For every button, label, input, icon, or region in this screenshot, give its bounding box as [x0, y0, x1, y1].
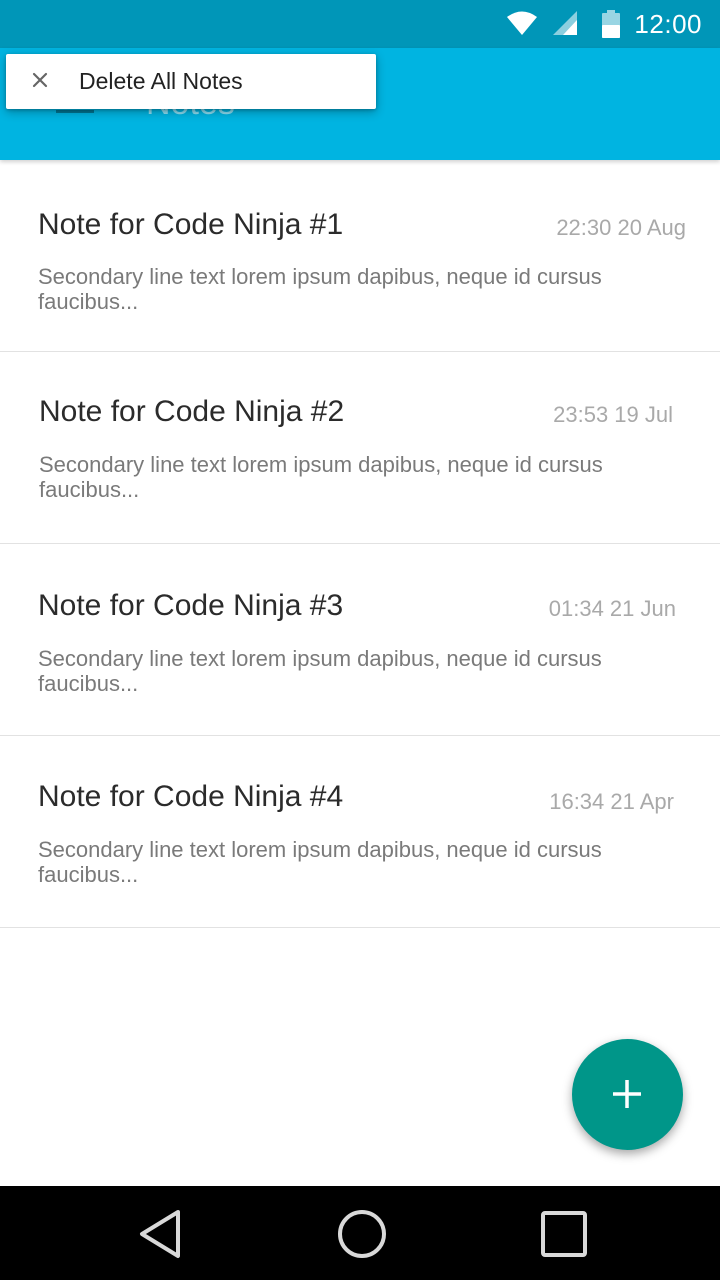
notes-list: Note for Code Ninja #1 22:30 20 Aug Seco…	[0, 160, 720, 928]
signal-icon	[552, 10, 578, 41]
status-bar: 12:00	[0, 0, 720, 48]
navigation-bar	[0, 1186, 720, 1280]
note-title: Note for Code Ninja #1	[38, 208, 344, 241]
home-icon[interactable]	[336, 1208, 388, 1260]
wifi-icon	[506, 10, 538, 41]
note-list-item[interactable]: Note for Code Ninja #4 16:34 21 Apr Seco…	[0, 736, 720, 928]
note-timestamp: 22:30 20 Aug	[556, 215, 686, 240]
note-preview: Secondary line text lorem ipsum dapibus,…	[38, 837, 602, 887]
menu-icon[interactable]	[56, 110, 94, 118]
note-title: Note for Code Ninja #2	[39, 395, 345, 428]
add-note-button[interactable]	[572, 1039, 683, 1150]
status-clock: 12:00	[634, 9, 702, 39]
note-list-item[interactable]: Note for Code Ninja #3 01:34 21 Jun Seco…	[0, 544, 720, 736]
note-title: Note for Code Ninja #3	[38, 589, 344, 622]
recents-icon[interactable]	[538, 1208, 590, 1260]
plus-icon	[613, 1080, 641, 1108]
delete-all-popup-menu[interactable]: Delete All Notes	[6, 54, 376, 109]
back-icon[interactable]	[136, 1208, 188, 1260]
note-timestamp: 23:53 19 Jul	[553, 402, 673, 427]
note-preview: Secondary line text lorem ipsum dapibus,…	[38, 646, 602, 696]
note-preview: Secondary line text lorem ipsum dapibus,…	[39, 452, 603, 502]
close-icon[interactable]	[30, 70, 50, 90]
note-title: Note for Code Ninja #4	[38, 780, 344, 813]
note-list-item[interactable]: Note for Code Ninja #2 23:53 19 Jul Seco…	[0, 352, 720, 544]
battery-icon	[601, 10, 621, 43]
note-timestamp: 16:34 21 Apr	[549, 789, 674, 814]
note-preview: Secondary line text lorem ipsum dapibus,…	[38, 264, 602, 314]
delete-all-notes-item[interactable]: Delete All Notes	[79, 68, 243, 95]
note-timestamp: 01:34 21 Jun	[548, 596, 676, 621]
note-list-item[interactable]: Note for Code Ninja #1 22:30 20 Aug Seco…	[0, 160, 720, 352]
